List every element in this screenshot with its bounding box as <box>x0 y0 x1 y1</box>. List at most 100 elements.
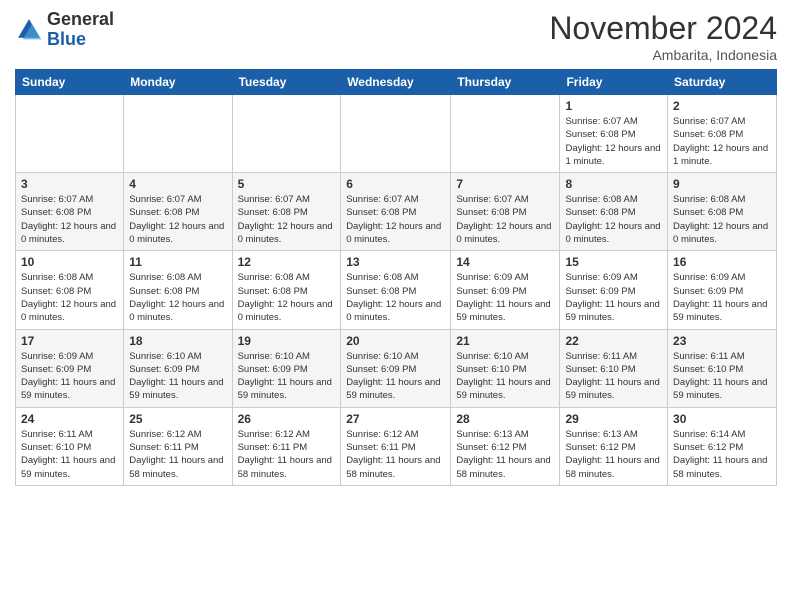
day-info: Sunrise: 6:08 AM Sunset: 6:08 PM Dayligh… <box>238 271 336 324</box>
calendar-cell: 18 Sunrise: 6:10 AM Sunset: 6:09 PM Dayli… <box>124 329 232 407</box>
calendar-cell: 1Sunrise: 6:07 AM Sunset: 6:08 PM Daylig… <box>560 95 668 173</box>
day-number: 9 <box>673 177 771 191</box>
calendar-cell: 12Sunrise: 6:08 AM Sunset: 6:08 PM Dayli… <box>232 251 341 329</box>
day-number: 16 <box>673 255 771 269</box>
calendar-cell: 26 Sunrise: 6:12 AM Sunset: 6:11 PM Dayli… <box>232 407 341 485</box>
calendar-header-thursday: Thursday <box>451 70 560 95</box>
calendar-cell <box>451 95 560 173</box>
day-number: 15 <box>565 255 662 269</box>
day-number: 21 <box>456 334 554 348</box>
day-info: Sunrise: 6:07 AM Sunset: 6:08 PM Dayligh… <box>673 115 771 168</box>
day-info: Sunrise: 6:10 AM Sunset: 6:10 PM Dayligh… <box>456 350 554 403</box>
location: Ambarita, Indonesia <box>549 47 777 63</box>
day-info: Sunrise: 6:09 AM Sunset: 6:09 PM Dayligh… <box>21 350 118 403</box>
day-info: Sunrise: 6:12 AM Sunset: 6:11 PM Dayligh… <box>238 428 336 481</box>
calendar-header-saturday: Saturday <box>668 70 777 95</box>
day-info: Sunrise: 6:07 AM Sunset: 6:08 PM Dayligh… <box>21 193 118 246</box>
day-number: 30 <box>673 412 771 426</box>
day-number: 26 <box>238 412 336 426</box>
day-number: 23 <box>673 334 771 348</box>
calendar-cell <box>341 95 451 173</box>
calendar-cell: 23 Sunrise: 6:11 AM Sunset: 6:10 PM Dayli… <box>668 329 777 407</box>
calendar: SundayMondayTuesdayWednesdayThursdayFrid… <box>15 69 777 486</box>
day-info: Sunrise: 6:12 AM Sunset: 6:11 PM Dayligh… <box>129 428 226 481</box>
calendar-cell: 30 Sunrise: 6:14 AM Sunset: 6:12 PM Dayli… <box>668 407 777 485</box>
day-info: Sunrise: 6:08 AM Sunset: 6:08 PM Dayligh… <box>565 193 662 246</box>
day-number: 7 <box>456 177 554 191</box>
month-title: November 2024 <box>549 10 777 47</box>
calendar-header-tuesday: Tuesday <box>232 70 341 95</box>
calendar-cell <box>16 95 124 173</box>
day-info: Sunrise: 6:08 AM Sunset: 6:08 PM Dayligh… <box>673 193 771 246</box>
day-info: Sunrise: 6:07 AM Sunset: 6:08 PM Dayligh… <box>456 193 554 246</box>
calendar-cell <box>232 95 341 173</box>
day-info: Sunrise: 6:09 AM Sunset: 6:09 PM Dayligh… <box>456 271 554 324</box>
day-number: 28 <box>456 412 554 426</box>
day-info: Sunrise: 6:14 AM Sunset: 6:12 PM Dayligh… <box>673 428 771 481</box>
day-number: 8 <box>565 177 662 191</box>
day-info: Sunrise: 6:11 AM Sunset: 6:10 PM Dayligh… <box>673 350 771 403</box>
calendar-cell: 27Sunrise: 6:12 AM Sunset: 6:11 PM Dayli… <box>341 407 451 485</box>
calendar-cell: 7 Sunrise: 6:07 AM Sunset: 6:08 PM Daylig… <box>451 173 560 251</box>
calendar-cell: 28 Sunrise: 6:13 AM Sunset: 6:12 PM Dayli… <box>451 407 560 485</box>
day-info: Sunrise: 6:07 AM Sunset: 6:08 PM Dayligh… <box>346 193 445 246</box>
calendar-cell: 19 Sunrise: 6:10 AM Sunset: 6:09 PM Dayli… <box>232 329 341 407</box>
calendar-cell: 10Sunrise: 6:08 AM Sunset: 6:08 PM Dayli… <box>16 251 124 329</box>
calendar-cell: 29 Sunrise: 6:13 AM Sunset: 6:12 PM Dayli… <box>560 407 668 485</box>
calendar-cell: 5 Sunrise: 6:07 AM Sunset: 6:08 PM Daylig… <box>232 173 341 251</box>
calendar-cell: 22Sunrise: 6:11 AM Sunset: 6:10 PM Dayli… <box>560 329 668 407</box>
calendar-cell: 16 Sunrise: 6:09 AM Sunset: 6:09 PM Dayli… <box>668 251 777 329</box>
calendar-cell: 4 Sunrise: 6:07 AM Sunset: 6:08 PM Daylig… <box>124 173 232 251</box>
day-number: 27 <box>346 412 445 426</box>
day-number: 5 <box>238 177 336 191</box>
day-info: Sunrise: 6:07 AM Sunset: 6:08 PM Dayligh… <box>238 193 336 246</box>
calendar-cell: 14 Sunrise: 6:09 AM Sunset: 6:09 PM Dayli… <box>451 251 560 329</box>
day-info: Sunrise: 6:11 AM Sunset: 6:10 PM Dayligh… <box>21 428 118 481</box>
day-info: Sunrise: 6:13 AM Sunset: 6:12 PM Dayligh… <box>565 428 662 481</box>
logo: General Blue <box>15 10 114 50</box>
logo-general-text: General <box>47 9 114 29</box>
calendar-cell: 2 Sunrise: 6:07 AM Sunset: 6:08 PM Daylig… <box>668 95 777 173</box>
calendar-cell: 24Sunrise: 6:11 AM Sunset: 6:10 PM Dayli… <box>16 407 124 485</box>
page: General Blue November 2024 Ambarita, Ind… <box>0 0 792 501</box>
day-number: 22 <box>565 334 662 348</box>
logo-blue-text: Blue <box>47 29 86 49</box>
calendar-cell: 8 Sunrise: 6:08 AM Sunset: 6:08 PM Daylig… <box>560 173 668 251</box>
day-info: Sunrise: 6:07 AM Sunset: 6:08 PM Dayligh… <box>129 193 226 246</box>
day-number: 19 <box>238 334 336 348</box>
calendar-cell: 9 Sunrise: 6:08 AM Sunset: 6:08 PM Daylig… <box>668 173 777 251</box>
calendar-cell: 6Sunrise: 6:07 AM Sunset: 6:08 PM Daylig… <box>341 173 451 251</box>
day-info: Sunrise: 6:09 AM Sunset: 6:09 PM Dayligh… <box>673 271 771 324</box>
calendar-cell <box>124 95 232 173</box>
calendar-cell: 17 Sunrise: 6:09 AM Sunset: 6:09 PM Dayli… <box>16 329 124 407</box>
calendar-cell: 21 Sunrise: 6:10 AM Sunset: 6:10 PM Dayli… <box>451 329 560 407</box>
calendar-header-row: SundayMondayTuesdayWednesdayThursdayFrid… <box>16 70 777 95</box>
day-number: 10 <box>21 255 118 269</box>
day-number: 29 <box>565 412 662 426</box>
day-info: Sunrise: 6:13 AM Sunset: 6:12 PM Dayligh… <box>456 428 554 481</box>
day-info: Sunrise: 6:08 AM Sunset: 6:08 PM Dayligh… <box>129 271 226 324</box>
day-number: 17 <box>21 334 118 348</box>
day-info: Sunrise: 6:07 AM Sunset: 6:08 PM Dayligh… <box>565 115 662 168</box>
day-info: Sunrise: 6:10 AM Sunset: 6:09 PM Dayligh… <box>346 350 445 403</box>
calendar-cell: 13Sunrise: 6:08 AM Sunset: 6:08 PM Dayli… <box>341 251 451 329</box>
calendar-week-row: 3Sunrise: 6:07 AM Sunset: 6:08 PM Daylig… <box>16 173 777 251</box>
day-number: 14 <box>456 255 554 269</box>
calendar-header-monday: Monday <box>124 70 232 95</box>
calendar-cell: 11 Sunrise: 6:08 AM Sunset: 6:08 PM Dayli… <box>124 251 232 329</box>
day-number: 18 <box>129 334 226 348</box>
calendar-week-row: 17 Sunrise: 6:09 AM Sunset: 6:09 PM Dayli… <box>16 329 777 407</box>
day-info: Sunrise: 6:09 AM Sunset: 6:09 PM Dayligh… <box>565 271 662 324</box>
calendar-week-row: 10 Sunrise: 6:08 AM Sunset: 6:08 PM Dayli… <box>16 251 777 329</box>
header-right: November 2024 Ambarita, Indonesia <box>549 10 777 63</box>
calendar-cell: 3Sunrise: 6:07 AM Sunset: 6:08 PM Daylig… <box>16 173 124 251</box>
day-number: 11 <box>129 255 226 269</box>
day-info: Sunrise: 6:10 AM Sunset: 6:09 PM Dayligh… <box>129 350 226 403</box>
day-number: 4 <box>129 177 226 191</box>
day-info: Sunrise: 6:10 AM Sunset: 6:09 PM Dayligh… <box>238 350 336 403</box>
day-number: 2 <box>673 99 771 113</box>
day-info: Sunrise: 6:08 AM Sunset: 6:08 PM Dayligh… <box>346 271 445 324</box>
calendar-week-row: 1Sunrise: 6:07 AM Sunset: 6:08 PM Daylig… <box>16 95 777 173</box>
day-number: 20 <box>346 334 445 348</box>
header: General Blue November 2024 Ambarita, Ind… <box>15 10 777 63</box>
